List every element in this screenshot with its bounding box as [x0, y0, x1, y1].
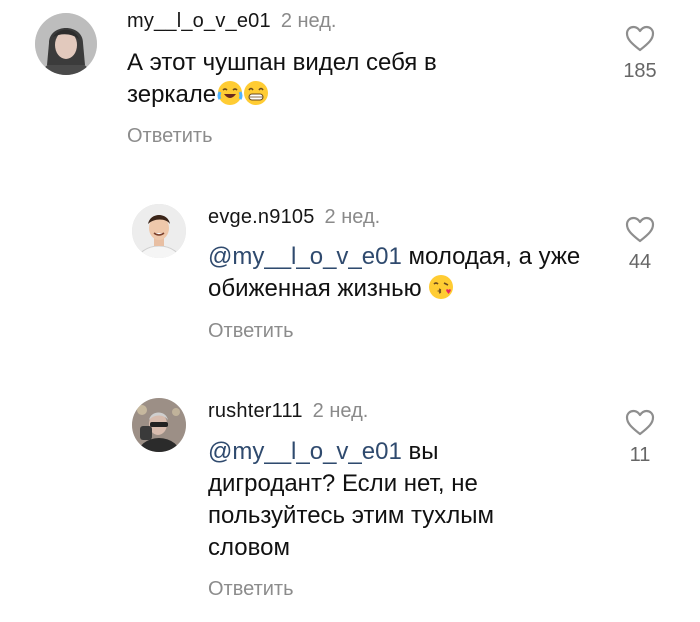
- comment-meta: my__l_o_v_e01 2 нед.: [127, 10, 336, 33]
- comment-time: 2 нед.: [312, 400, 369, 422]
- like-count: 11: [629, 444, 651, 466]
- like-count: 44: [628, 251, 652, 273]
- comment-text: @my__l_o_v_e01 молодая, а уже обиженная …: [208, 241, 588, 305]
- user-photo-icon: [35, 13, 97, 75]
- avatar[interactable]: [35, 13, 97, 75]
- user-photo-icon: [132, 204, 186, 258]
- comment-time: 2 нед.: [324, 206, 381, 228]
- reply-button[interactable]: Ответить: [127, 125, 213, 148]
- like-count: 185: [623, 60, 657, 82]
- face-blowing-a-kiss-icon: [429, 275, 454, 299]
- reply-button[interactable]: Ответить: [208, 320, 294, 343]
- reply-button[interactable]: Ответить: [208, 578, 294, 601]
- heart-outline-icon: [625, 216, 655, 243]
- comment-text: А этот чушпан видел себя в зеркале: [127, 47, 527, 111]
- reply-comment-item: evge.n9105 2 нед. @my__l_o_v_e01 молодая,…: [0, 190, 700, 360]
- like-button[interactable]: 11: [610, 409, 670, 467]
- comment-meta: evge.n9105 2 нед.: [208, 206, 380, 229]
- avatar[interactable]: [132, 398, 186, 452]
- comment-time: 2 нед.: [280, 10, 337, 32]
- heart-outline-icon: [625, 25, 655, 52]
- face-with-tears-of-joy-icon: [217, 81, 243, 105]
- mention-link[interactable]: @my__l_o_v_e01: [208, 243, 402, 270]
- username[interactable]: evge.n9105: [208, 206, 315, 228]
- comment-item: my__l_o_v_e01 2 нед. А этот чушпан видел …: [0, 0, 700, 160]
- grinning-face-with-smiling-eyes-icon: [244, 81, 269, 105]
- comment-text: @my__l_o_v_e01 вы дигродант? Если нет, н…: [208, 436, 538, 564]
- like-button[interactable]: 185: [610, 25, 670, 83]
- user-photo-icon: [132, 398, 186, 452]
- heart-outline-icon: [625, 409, 655, 436]
- username[interactable]: my__l_o_v_e01: [127, 10, 271, 32]
- comment-body: А этот чушпан видел себя в зеркале: [127, 49, 437, 108]
- comment-meta: rushter111 2 нед.: [208, 400, 368, 423]
- reply-comment-item: rushter111 2 нед. @my__l_o_v_e01 вы дигро…: [0, 385, 700, 615]
- like-button[interactable]: 44: [610, 216, 670, 274]
- mention-link[interactable]: @my__l_o_v_e01: [208, 438, 402, 465]
- username[interactable]: rushter111: [208, 400, 303, 422]
- avatar[interactable]: [132, 204, 186, 258]
